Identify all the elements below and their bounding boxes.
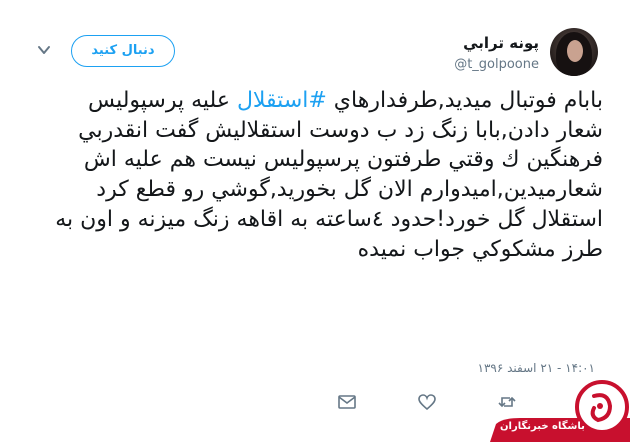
watermark-logo [490,380,630,442]
display-name[interactable]: پونه ترابي [463,34,539,52]
hashtag-link[interactable]: #استقلال [237,88,327,113]
tweet-card: پونه ترابي @t_golpoone دنبال کنید بابام … [0,0,630,442]
avatar[interactable] [550,28,598,76]
tweet-text: بابام فوتبال میدید,طرفدارهاي #استقلال عل… [38,86,603,264]
envelope-icon[interactable] [337,392,357,412]
tweet-text-part-1: بابام فوتبال میدید,طرفدارهاي [326,88,603,113]
user-handle[interactable]: @t_golpoone [454,57,539,72]
watermark-text: باشگاه خبرنگاران [500,421,585,432]
avatar-face [567,40,583,62]
chevron-down-icon[interactable] [36,42,52,58]
follow-button[interactable]: دنبال کنید [71,35,175,67]
heart-icon[interactable] [417,392,437,412]
tweet-timestamp[interactable]: ۱۴:۰۱ - ۲۱ اسفند ۱۳۹۶ [478,361,595,375]
tweet-text-part-2: علیه پرسپولیس شعار دادن,بابا زنگ زد ب دو… [55,88,603,262]
